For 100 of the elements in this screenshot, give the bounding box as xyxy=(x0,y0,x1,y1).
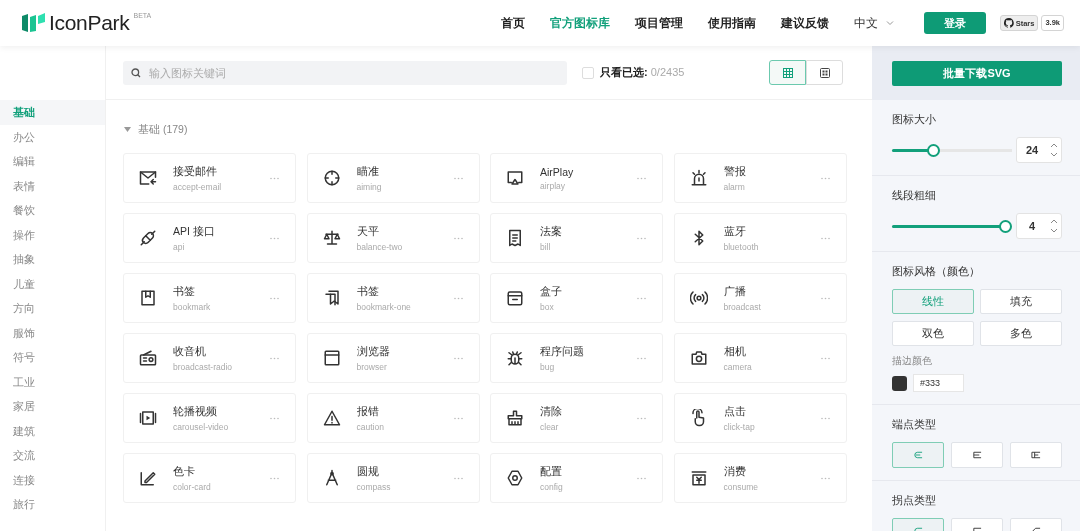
number-field[interactable]: 4 xyxy=(1016,213,1062,239)
logo-icon xyxy=(22,13,45,32)
more-icon[interactable] xyxy=(270,416,279,420)
sidebar-item[interactable]: 连接 xyxy=(0,467,105,492)
search-input[interactable]: 输入图标关键词 xyxy=(147,65,567,80)
icon-card[interactable]: 报错 caution xyxy=(306,393,480,443)
more-icon[interactable] xyxy=(453,356,463,360)
icon-card[interactable]: 收音机 broadcast-radio xyxy=(123,333,296,383)
caret-down-icon[interactable] xyxy=(124,127,131,133)
sidebar-item[interactable]: 方向 xyxy=(0,296,105,321)
icon-name: camera xyxy=(723,361,753,372)
icon-card[interactable]: 盒子 box xyxy=(490,273,663,323)
more-icon[interactable] xyxy=(637,476,646,480)
option-button[interactable] xyxy=(951,442,1003,468)
color-field[interactable]: #333 xyxy=(913,374,964,392)
icon-card[interactable]: 相机 camera xyxy=(673,333,847,383)
more-icon[interactable] xyxy=(820,236,830,240)
icon-card[interactable]: 蓝牙 bluetooth xyxy=(673,213,847,263)
more-icon[interactable] xyxy=(270,236,279,240)
icon-card[interactable]: 接受邮件 accept-email xyxy=(123,153,296,203)
more-icon[interactable] xyxy=(270,296,279,300)
icon-name: balance-two xyxy=(356,241,404,252)
icon-card[interactable]: 书签 bookmark xyxy=(123,273,296,323)
option-button[interactable] xyxy=(1010,442,1062,468)
icon-card[interactable]: 色卡 color-card xyxy=(123,453,296,503)
more-icon[interactable] xyxy=(820,476,830,480)
color-swatch[interactable] xyxy=(892,375,907,391)
more-icon[interactable] xyxy=(637,416,646,420)
download-button[interactable]: 批量下载SVG xyxy=(892,60,1062,86)
style-option[interactable]: 填充 xyxy=(980,289,1062,314)
more-icon[interactable] xyxy=(270,176,279,180)
icon-card[interactable]: 书签 bookmark-one xyxy=(306,273,480,323)
sidebar-item[interactable]: 符号 xyxy=(0,345,105,370)
icon-card[interactable]: 浏览器 browser xyxy=(306,333,480,383)
number-field[interactable]: 24 xyxy=(1016,137,1062,163)
more-icon[interactable] xyxy=(820,296,830,300)
icon-card[interactable]: AirPlay airplay xyxy=(490,153,663,203)
icon-name: broadcast xyxy=(723,301,762,312)
number-input[interactable]: 4 xyxy=(1017,219,1047,233)
search-field[interactable]: 输入图标关键词 xyxy=(123,60,567,85)
sidebar-item[interactable]: 服饰 xyxy=(0,320,105,345)
view-toggle[interactable] xyxy=(806,60,843,85)
icon-card[interactable]: 圆规 compass xyxy=(306,453,480,503)
more-icon[interactable] xyxy=(820,356,830,360)
number-input[interactable]: 24 xyxy=(1017,143,1047,157)
sidebar-item[interactable]: 交流 xyxy=(0,443,105,468)
icon-card[interactable]: 广播 broadcast xyxy=(673,273,847,323)
icon-card[interactable]: 清除 clear xyxy=(490,393,663,443)
login-button[interactable]: 登录 xyxy=(923,12,986,34)
icon-title: 警报 xyxy=(723,164,747,179)
sidebar-item[interactable]: 操作 xyxy=(0,222,105,247)
more-icon[interactable] xyxy=(820,416,830,420)
icon-card[interactable]: 法案 bill xyxy=(490,213,663,263)
more-icon[interactable] xyxy=(270,356,279,360)
more-icon[interactable] xyxy=(453,416,463,420)
icon-title: 清除 xyxy=(540,404,563,419)
more-icon[interactable] xyxy=(453,236,463,240)
sidebar-item[interactable]: 儿童 xyxy=(0,271,105,296)
icon-title: 瞄准 xyxy=(356,164,380,179)
nav-link[interactable]: 首页 xyxy=(500,15,525,31)
icon-name: box xyxy=(540,301,555,312)
more-icon[interactable] xyxy=(453,176,463,180)
icon-card[interactable]: 程序问题 bug xyxy=(490,333,663,383)
sidebar-item[interactable]: 餐饮 xyxy=(0,198,105,223)
sidebar-item[interactable]: 工业 xyxy=(0,369,105,394)
more-icon[interactable] xyxy=(453,296,463,300)
sidebar-item[interactable]: 旅行 xyxy=(0,492,105,517)
icon-card[interactable]: 消费 consume xyxy=(673,453,847,503)
icon-card[interactable]: 瞄准 aiming xyxy=(306,153,480,203)
nav-link[interactable]: 项目管理 xyxy=(634,15,683,31)
sidebar-item[interactable]: 建筑 xyxy=(0,418,105,443)
checkbox[interactable] xyxy=(582,66,594,79)
camera-icon xyxy=(689,349,708,367)
nav-link[interactable]: 使用指南 xyxy=(707,15,756,31)
more-icon[interactable] xyxy=(453,476,463,480)
language-select[interactable]: 中文 xyxy=(853,15,894,31)
sidebar-item[interactable]: 办公 xyxy=(0,124,105,149)
icon-card[interactable]: 点击 click-tap xyxy=(673,393,847,443)
slider-thumb[interactable] xyxy=(999,219,1012,233)
icon-card[interactable]: API 接口 api xyxy=(123,213,296,263)
more-icon[interactable] xyxy=(637,236,646,240)
style-option[interactable]: 多色 xyxy=(980,321,1062,346)
icon-card[interactable]: 轮播视频 carousel-video xyxy=(123,393,296,443)
sidebar-item[interactable]: 抽象 xyxy=(0,247,105,272)
more-icon[interactable] xyxy=(270,476,279,480)
more-icon[interactable] xyxy=(820,176,830,180)
sidebar-item[interactable]: 表情 xyxy=(0,173,105,198)
more-icon[interactable] xyxy=(637,176,646,180)
sidebar-item[interactable]: 编辑 xyxy=(0,149,105,174)
sidebar-item[interactable]: 家居 xyxy=(0,394,105,419)
style-option[interactable]: 双色 xyxy=(892,321,974,346)
icon-card[interactable]: 天平 balance-two xyxy=(306,213,480,263)
icon-card[interactable]: 警报 alarm xyxy=(673,153,847,203)
option-button[interactable] xyxy=(892,442,944,468)
more-icon[interactable] xyxy=(637,296,646,300)
icon-card[interactable]: 配置 config xyxy=(490,453,663,503)
more-icon[interactable] xyxy=(637,356,646,360)
view-toggle[interactable] xyxy=(769,60,806,85)
nav-link[interactable]: 建议反馈 xyxy=(780,15,829,31)
slider-thumb[interactable] xyxy=(927,143,941,157)
